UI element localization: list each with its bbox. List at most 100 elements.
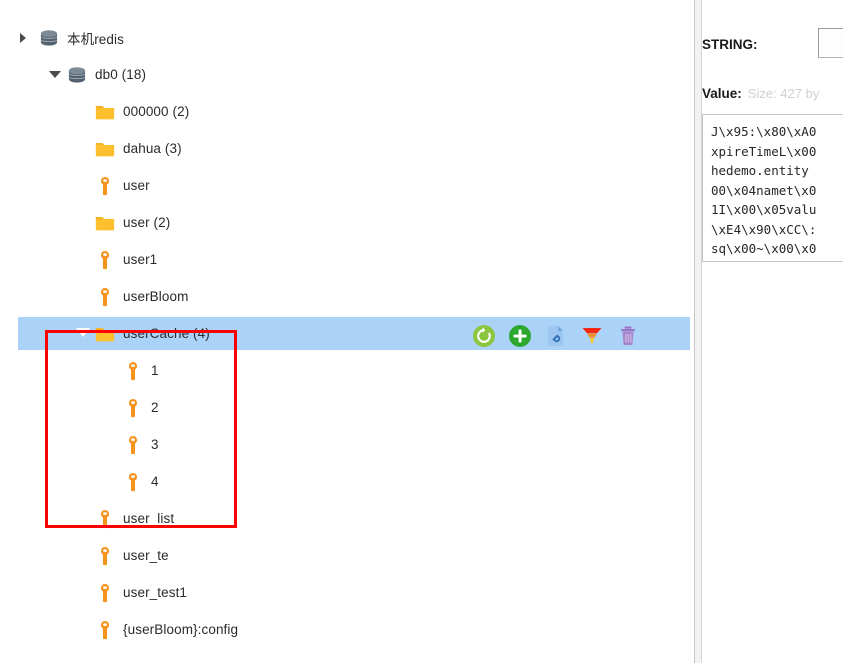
key-icon [100,583,110,602]
tree-row-label: 本机redis [67,31,124,47]
twisty-placeholder [74,243,90,276]
twisty-placeholder [74,539,90,572]
tree-row[interactable]: user [18,169,690,202]
tree-icon-slot [90,502,120,535]
refresh-icon[interactable] [472,323,496,349]
twisty-placeholder [102,428,118,461]
value-line: xpireTimeL\x00 [711,143,817,159]
twisty-placeholder [74,206,90,239]
key-icon [100,509,110,528]
tree-icon-slot [90,576,120,609]
tree-icon-slot [34,21,64,54]
tree-icon-slot [62,58,92,91]
key-icon [100,176,110,195]
tree-row-label: user (2) [123,215,171,230]
twisty-placeholder [74,132,90,165]
key-icon [100,250,110,269]
value-size-text: Size: 427 by [747,86,820,101]
tree-row[interactable]: 本机redis [18,21,690,54]
tree-row[interactable]: user1 [18,243,690,276]
tree-row-label: 3 [151,437,159,452]
value-line: sq\x00~\x00\x0 [711,241,817,256]
value-line: \xE4\x90\xCC\: [711,221,817,237]
tree-icon-slot [90,317,120,350]
chevron-down-icon[interactable] [46,58,62,91]
twisty-placeholder [102,391,118,424]
tree-row[interactable]: 4 [18,465,690,498]
tree-icon-slot [90,95,120,128]
tree-row-label: user_te [123,548,169,563]
tree-row[interactable]: 000000 (2) [18,95,690,128]
tree-icon-slot [118,354,148,387]
tree-row-label: user1 [123,252,158,267]
key-icon [128,361,138,380]
value-line: 00\x04namet\x0 [711,182,817,198]
tree-row[interactable]: userBloom [18,280,690,313]
tree-row[interactable]: user_test1 [18,576,690,609]
folder-icon [95,216,115,230]
tree-icon-slot [90,243,120,276]
filter-funnel-icon[interactable] [580,323,604,349]
value-line: J\x95:\x80\xA0 [711,124,817,139]
tree-row-label: 4 [151,474,159,489]
tree-row-label: userBloom [123,289,189,304]
panel-divider-left [694,0,695,663]
value-detail-panel: STRING: Value: Size: 427 by J\x95:\x80\x… [702,0,843,663]
tree-icon-slot [90,206,120,239]
tree-row[interactable]: 2 [18,391,690,424]
tree-icon-slot [90,132,120,165]
value-line: hedemo.entity [711,163,809,178]
twisty-placeholder [74,502,90,535]
value-header-row: Value: Size: 427 by [702,86,819,101]
tree-row[interactable]: user_list [18,502,690,535]
chevron-white-down-icon[interactable] [74,317,90,350]
document-link-icon[interactable] [544,323,568,349]
tree-row-label: dahua (3) [123,141,182,156]
folder-icon [95,105,115,119]
tree-row[interactable]: dahua (3) [18,132,690,165]
key-icon [100,546,110,565]
tree-icon-slot [90,539,120,572]
tree-row[interactable]: {userBloom}:config [18,613,690,646]
tree-row[interactable]: 1 [18,354,690,387]
tree-icon-slot [118,391,148,424]
folder-icon [95,142,115,156]
tree-row-label: 2 [151,400,159,415]
twisty-placeholder [74,576,90,609]
twisty-placeholder [102,354,118,387]
database-icon [40,29,58,46]
chevron-right-clip-icon[interactable] [18,21,34,54]
value-line: 1I\x00\x05valu [711,202,817,217]
tree-row[interactable]: user (2) [18,206,690,239]
tree-icon-slot [118,428,148,461]
key-icon [100,287,110,306]
tree-row[interactable]: 3 [18,428,690,461]
twisty-placeholder [74,613,90,646]
tree-icon-slot [118,465,148,498]
tree-row-label: user_test1 [123,585,188,600]
value-textarea[interactable]: J\x95:\x80\xA0 xpireTimeL\x00 hedemo.entit… [702,114,843,262]
tree-icon-slot [90,613,120,646]
tree-row-label: db0 (18) [95,67,147,82]
twisty-placeholder [74,280,90,313]
tree-row[interactable]: db0 (18) [18,58,690,91]
twisty-placeholder [74,95,90,128]
tree-icon-slot [90,280,120,313]
value-label: Value: [702,86,742,101]
tree-row-label: user [123,178,150,193]
tree-row-label: userCache (4) [123,326,210,341]
row-action-toolbar[interactable] [472,322,652,350]
tree-row-label: {userBloom}:config [123,622,239,637]
database-icon [68,66,86,83]
folder-icon [95,327,115,341]
key-icon [128,472,138,491]
delete-trash-icon[interactable] [616,323,640,349]
twisty-placeholder [74,169,90,202]
tree-row-label: 000000 (2) [123,104,190,119]
key-icon [100,620,110,639]
add-icon[interactable] [508,323,532,349]
tree-row[interactable]: user_te [18,539,690,572]
type-input[interactable] [818,28,843,58]
tree-icon-slot [90,169,120,202]
twisty-placeholder [102,465,118,498]
